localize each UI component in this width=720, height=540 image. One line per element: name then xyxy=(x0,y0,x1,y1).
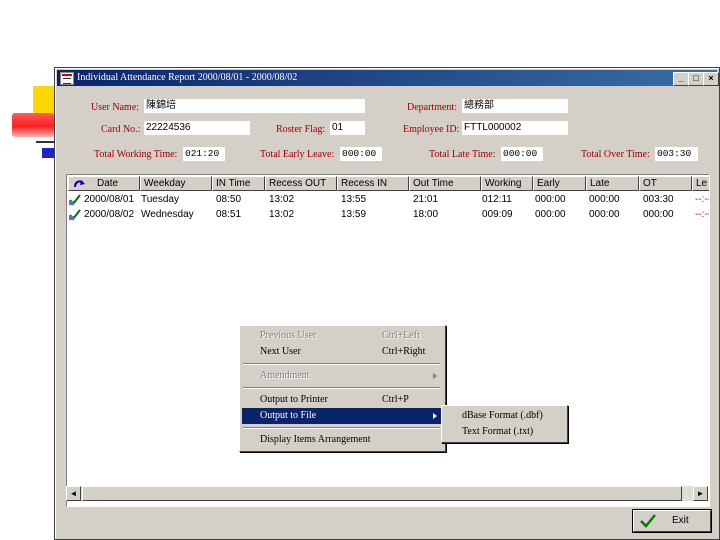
column-header-out-time[interactable]: Out Time xyxy=(409,176,481,191)
working-cell: 012:11 xyxy=(482,194,512,205)
roster-flag-label: Roster Flag: xyxy=(276,124,326,135)
menu-item-output-to-file[interactable]: Output to File xyxy=(242,408,443,424)
weekday-cell: Tuesday xyxy=(141,194,179,205)
column-header-early[interactable]: Early xyxy=(533,176,586,191)
le-cell: --:-- xyxy=(695,194,710,205)
ot-cell: 000:00 xyxy=(643,209,674,220)
maximize-button[interactable]: □ xyxy=(688,72,704,86)
total-late-label: Total Late Time: xyxy=(429,149,496,160)
column-header-recess-out[interactable]: Recess OUT xyxy=(265,176,337,191)
total-working-label: Total Working Time: xyxy=(94,149,178,160)
exit-button[interactable]: Exit xyxy=(633,510,711,532)
total-working-field[interactable]: 021:20 xyxy=(183,147,225,161)
total-late-field[interactable]: 000:00 xyxy=(501,147,543,161)
column-header-working[interactable]: Working xyxy=(481,176,533,191)
roster-flag-field[interactable]: 01 xyxy=(330,121,365,135)
check-icon xyxy=(69,194,81,206)
horizontal-scrollbar[interactable]: ◄ ► xyxy=(66,486,708,501)
column-header-weekday[interactable]: Weekday xyxy=(140,176,212,191)
in-time-cell: 08:50 xyxy=(216,194,242,205)
menu-item-previous-user[interactable]: Previous User Ctrl+Left xyxy=(242,328,443,344)
sort-arrow-icon xyxy=(74,180,85,188)
recess-out-cell: 13:02 xyxy=(269,194,295,205)
user-name-label: User Name: xyxy=(91,102,140,113)
decor-red-bar xyxy=(12,113,54,137)
column-header-le[interactable]: Le xyxy=(692,176,709,191)
menu-item-amendment[interactable]: Amendment xyxy=(242,368,443,384)
recess-in-cell: 13:59 xyxy=(341,209,367,220)
decor-blue-square xyxy=(42,148,54,158)
total-over-field[interactable]: 003:30 xyxy=(655,147,698,161)
date-cell: 2000/08/02 xyxy=(84,209,135,220)
table-row[interactable]: 2000/08/01 Tuesday 08:50 13:02 13:55 21:… xyxy=(67,192,710,207)
menu-separator xyxy=(243,427,440,429)
scroll-left-button[interactable]: ◄ xyxy=(66,486,81,501)
scroll-thumb[interactable] xyxy=(82,486,682,501)
early-cell: 000:00 xyxy=(535,194,566,205)
attendance-report-window: Individual Attendance Report 2000/08/01 … xyxy=(54,67,720,540)
working-cell: 009:09 xyxy=(482,209,513,220)
minimize-button[interactable]: _ xyxy=(673,72,689,86)
column-header-date[interactable]: Date xyxy=(68,176,140,191)
window-title: Individual Attendance Report 2000/08/01 … xyxy=(77,72,298,83)
menu-item-output-to-printer[interactable]: Output to Printer Ctrl+P xyxy=(242,392,443,408)
date-cell: 2000/08/01 xyxy=(84,194,135,205)
in-time-cell: 08:51 xyxy=(216,209,242,220)
out-time-cell: 18:00 xyxy=(413,209,439,220)
submenu-arrow-icon xyxy=(433,373,437,379)
close-button[interactable]: × xyxy=(703,72,719,86)
out-time-cell: 21:01 xyxy=(413,194,439,205)
recess-in-cell: 13:55 xyxy=(341,194,367,205)
column-label: Date xyxy=(97,178,119,189)
context-menu: Previous User Ctrl+Left Next User Ctrl+R… xyxy=(239,325,446,452)
column-header-in-time[interactable]: IN Time xyxy=(212,176,265,191)
le-cell: --:-- xyxy=(695,209,710,220)
user-name-field[interactable]: 陳錦培 xyxy=(144,99,365,113)
menu-separator xyxy=(243,363,440,365)
output-file-submenu: dBase Format (.dbf) Text Format (.txt) xyxy=(441,405,568,443)
department-label: Department: xyxy=(407,102,457,113)
menu-item-display-items-arrangement[interactable]: Display Items Arrangement xyxy=(242,432,443,448)
employee-id-label: Employee ID: xyxy=(403,124,460,135)
app-icon[interactable] xyxy=(60,72,74,85)
menu-separator xyxy=(243,387,440,389)
ot-cell: 003:30 xyxy=(643,194,674,205)
card-no-label: Card No.: xyxy=(101,124,141,135)
card-no-field[interactable]: 22224536 xyxy=(144,121,250,135)
exit-label: Exit xyxy=(672,515,689,526)
early-cell: 000:00 xyxy=(535,209,566,220)
table-row[interactable]: 2000/08/02 Wednesday 08:51 13:02 13:59 1… xyxy=(67,207,710,222)
late-cell: 000:00 xyxy=(589,209,620,220)
recess-out-cell: 13:02 xyxy=(269,209,295,220)
late-cell: 000:00 xyxy=(589,194,620,205)
scroll-right-button[interactable]: ► xyxy=(693,486,708,501)
menu-item-dbase-format[interactable]: dBase Format (.dbf) xyxy=(444,408,565,424)
menu-item-text-format[interactable]: Text Format (.txt) xyxy=(444,424,565,440)
total-early-label: Total Early Leave: xyxy=(260,149,335,160)
total-early-field[interactable]: 000:00 xyxy=(340,147,382,161)
checkmark-icon xyxy=(640,514,656,528)
column-header-ot[interactable]: OT xyxy=(639,176,692,191)
check-icon xyxy=(69,209,81,221)
weekday-cell: Wednesday xyxy=(141,209,194,220)
title-bar[interactable]: Individual Attendance Report 2000/08/01 … xyxy=(57,70,719,86)
menu-item-next-user[interactable]: Next User Ctrl+Right xyxy=(242,344,443,360)
department-field[interactable]: 總務部 xyxy=(462,99,568,113)
submenu-arrow-icon xyxy=(433,413,437,419)
employee-id-field[interactable]: FTTL000002 xyxy=(462,121,568,135)
column-header-late[interactable]: Late xyxy=(586,176,639,191)
total-over-label: Total Over Time: xyxy=(581,149,650,160)
column-header-recess-in[interactable]: Recess IN xyxy=(337,176,409,191)
